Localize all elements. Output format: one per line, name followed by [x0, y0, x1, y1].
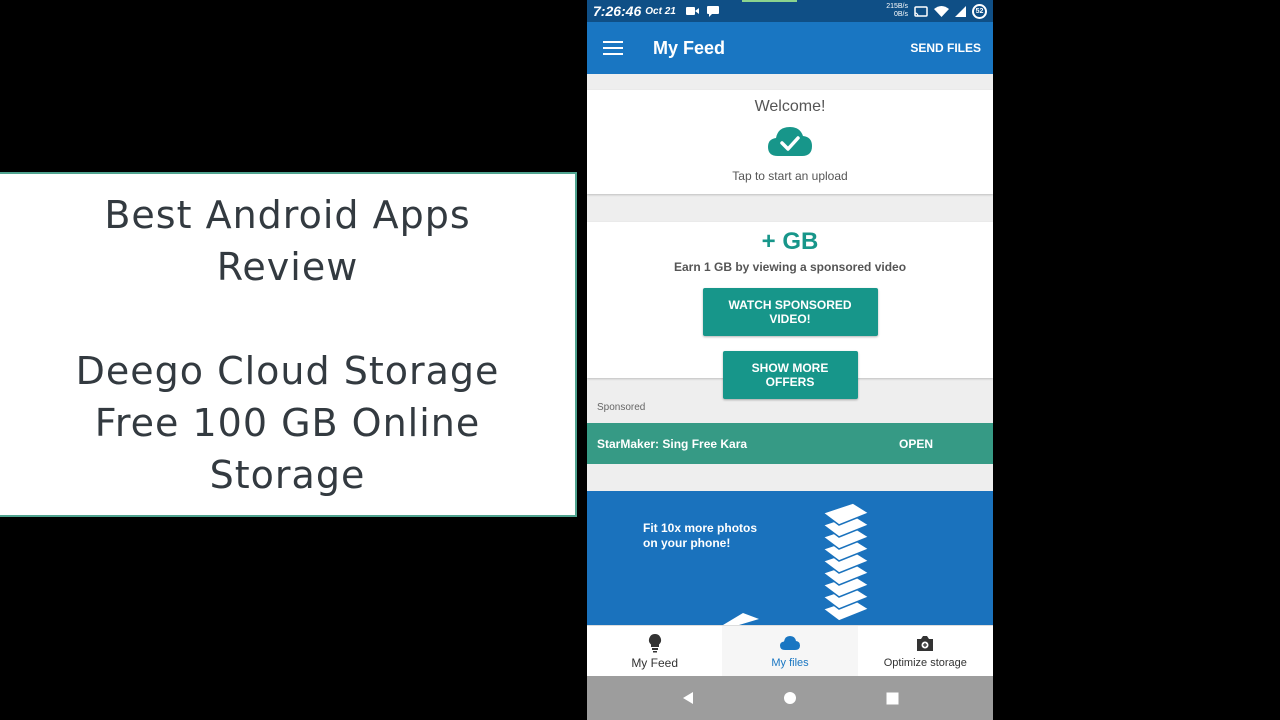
- nav-my-feed[interactable]: My Feed: [587, 626, 722, 676]
- speed-down: 0B/s: [893, 11, 908, 18]
- welcome-title: Welcome!: [754, 98, 826, 115]
- photo-stack-illustration: [823, 502, 871, 622]
- cloud-check-icon: [768, 127, 812, 156]
- gb-title: + GB: [761, 228, 819, 255]
- message-icon: [706, 5, 719, 17]
- send-files-button[interactable]: SEND FILES: [910, 41, 981, 55]
- system-navigation-bar: [587, 676, 993, 720]
- upload-hint: Tap to start an upload: [732, 169, 848, 183]
- title-line-2: Review: [216, 244, 359, 289]
- sponsored-label: Sponsored: [597, 402, 646, 413]
- small-stack-illustration: [723, 613, 759, 625]
- show-more-offers-button[interactable]: SHOW MORE OFFERS: [722, 351, 858, 399]
- speed-up: 215B/s: [886, 3, 908, 10]
- title-line-3: Deego Cloud Storage: [75, 348, 500, 393]
- nav-label: My files: [771, 657, 809, 669]
- network-speed: 215B/s 0B/s: [886, 3, 908, 19]
- battery-indicator: 52: [972, 3, 987, 19]
- nav-label: My Feed: [631, 656, 678, 670]
- cast-icon: [914, 5, 928, 17]
- recents-button[interactable]: [882, 688, 902, 708]
- sponsored-ad[interactable]: StarMaker: Sing Free Kara OPEN: [587, 423, 993, 464]
- welcome-card[interactable]: Welcome! Tap to start an upload: [587, 90, 993, 194]
- earn-storage-card: + GB Earn 1 GB by viewing a sponsored vi…: [587, 222, 993, 399]
- video-camera-icon: [685, 7, 699, 15]
- ad-title: StarMaker: Sing Free Kara: [597, 436, 748, 451]
- nav-my-files[interactable]: My files: [722, 626, 858, 676]
- cloud-icon: [779, 636, 800, 650]
- title-line-1: Best Android Apps: [104, 192, 471, 237]
- home-circle-icon: [784, 692, 796, 704]
- back-triangle-icon: [683, 692, 693, 704]
- bottom-navigation: My Feed My files Optimize storage: [587, 625, 993, 676]
- phone-screen: 7:26:46 Oct 21 215B/s 0B/s 52 My Feed SE…: [587, 0, 993, 720]
- cell-signal-icon: [955, 5, 966, 17]
- status-bar: 7:26:46 Oct 21 215B/s 0B/s 52: [587, 0, 993, 22]
- lightbulb-icon: [648, 633, 661, 653]
- app-bar: My Feed SEND FILES: [587, 22, 993, 74]
- title-line-4: Free 100 GB Online: [94, 400, 481, 445]
- page-title: My Feed: [653, 37, 726, 58]
- promo-banner[interactable]: Fit 10x more photos on your phone!: [587, 491, 993, 625]
- nav-label: Optimize storage: [883, 657, 967, 669]
- home-button[interactable]: [780, 688, 800, 708]
- status-date: Oct 21: [645, 5, 676, 17]
- camera-icon: [917, 636, 934, 651]
- watch-sponsored-video-button[interactable]: WATCH SPONSORED VIDEO!: [702, 288, 878, 336]
- video-title-card: Best Android Apps Review Deego Cloud Sto…: [0, 172, 577, 517]
- recents-square-icon: [886, 692, 898, 704]
- wifi-icon: [934, 5, 949, 17]
- menu-icon[interactable]: [603, 41, 623, 55]
- ad-open-button[interactable]: OPEN: [899, 437, 933, 451]
- back-button[interactable]: [678, 688, 698, 708]
- title-line-5: Storage: [209, 452, 366, 497]
- earn-text: Earn 1 GB by viewing a sponsored video: [673, 260, 907, 274]
- nav-optimize-storage[interactable]: Optimize storage: [858, 626, 993, 676]
- promo-text: Fit 10x more photos on your phone!: [643, 521, 758, 550]
- status-time: 7:26:46: [593, 3, 642, 19]
